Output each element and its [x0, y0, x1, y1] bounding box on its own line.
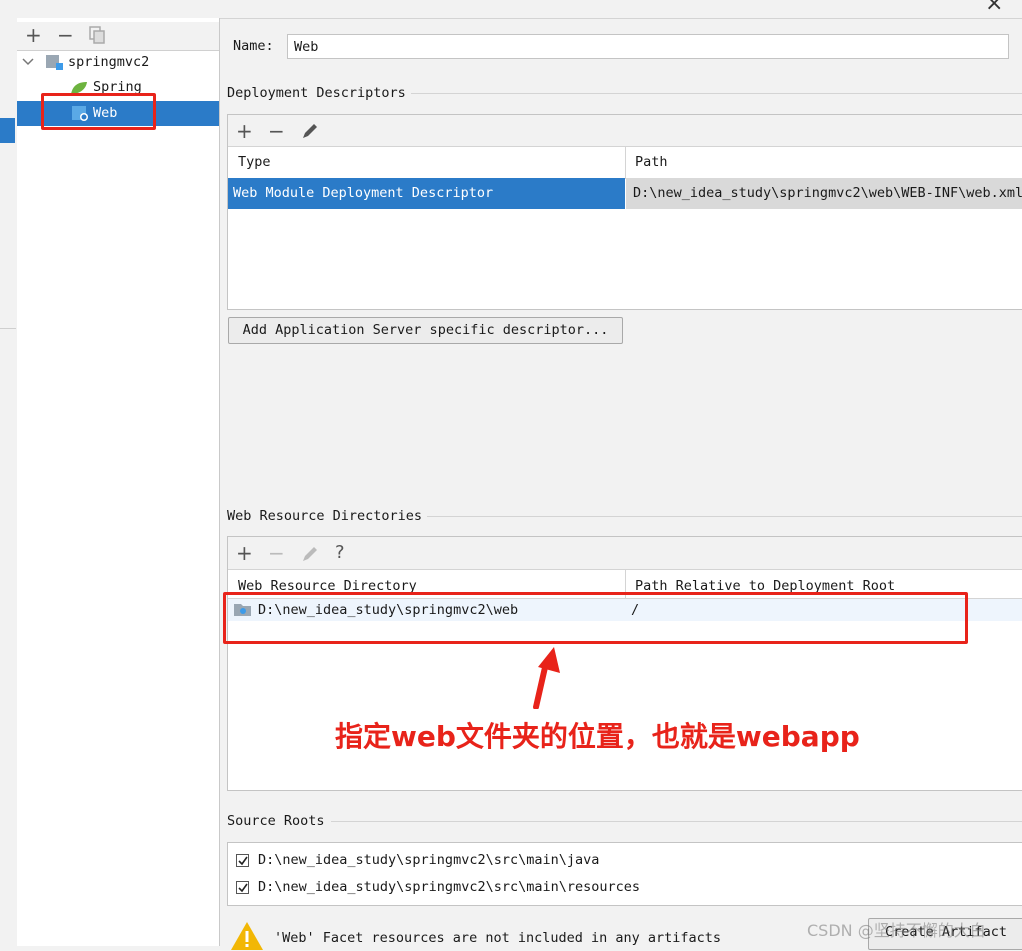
- section-separator: [411, 93, 1022, 94]
- source-root-path: D:\new_idea_study\springmvc2\src\main\ja…: [258, 852, 600, 868]
- web-resource-directories-title: Web Resource Directories: [227, 508, 423, 524]
- descriptor-type: Web Module Deployment Descriptor: [233, 185, 494, 201]
- remove-facet-button[interactable]: −: [57, 25, 74, 45]
- add-directory-button[interactable]: +: [236, 543, 253, 563]
- source-root-item[interactable]: D:\new_idea_study\springmvc2\src\main\ja…: [236, 852, 1016, 870]
- edit-pencil-icon[interactable]: [301, 545, 319, 563]
- help-button[interactable]: ?: [335, 543, 345, 563]
- name-input-value: Web: [294, 39, 319, 55]
- gutter-divider: [0, 328, 16, 329]
- section-separator: [331, 821, 1022, 822]
- dd-table-header: Type Path: [228, 147, 1022, 179]
- highlight-box-web: [41, 93, 156, 130]
- annotation-text: 指定web文件夹的位置，也就是webapp: [335, 720, 860, 753]
- tree-root-label: springmvc2: [68, 54, 150, 70]
- remove-descriptor-button[interactable]: −: [268, 121, 285, 141]
- add-descriptor-button[interactable]: +: [236, 121, 253, 141]
- add-facet-button[interactable]: +: [25, 25, 42, 45]
- deployment-descriptors-panel: + − Type Path Web Module Deployment Desc…: [227, 114, 1022, 310]
- gutter-selection-marker: [0, 118, 15, 143]
- module-icon: [46, 55, 64, 71]
- add-server-descriptor-button[interactable]: Add Application Server specific descript…: [228, 317, 623, 344]
- column-divider: [625, 147, 626, 178]
- deployment-descriptors-title: Deployment Descriptors: [227, 85, 406, 101]
- warning-text: 'Web' Facet resources are not included i…: [274, 930, 722, 946]
- column-path: Path: [635, 154, 668, 170]
- tree-toolbar: + −: [17, 22, 219, 51]
- name-input[interactable]: Web: [287, 34, 1009, 59]
- remove-directory-button[interactable]: −: [268, 543, 285, 563]
- watermark: CSDN @坚持不懈的大白: [807, 921, 986, 940]
- highlight-box-web-directory: [223, 592, 968, 644]
- column-type: Type: [238, 154, 271, 170]
- source-root-item[interactable]: D:\new_idea_study\springmvc2\src\main\re…: [236, 879, 1016, 897]
- close-icon[interactable]: ×: [985, 0, 1003, 16]
- dd-toolbar: + −: [228, 115, 1022, 147]
- wrd-toolbar: + − ?: [228, 537, 1022, 570]
- descriptor-path: D:\new_idea_study\springmvc2\web\WEB-INF…: [633, 185, 1022, 201]
- edit-pencil-icon[interactable]: [301, 122, 319, 140]
- top-strip: [17, 0, 1022, 19]
- facet-tree-panel: [17, 18, 220, 946]
- annotation-arrow-icon: [530, 645, 566, 709]
- source-root-checkbox[interactable]: [236, 881, 249, 894]
- name-label: Name:: [233, 38, 274, 54]
- source-root-path: D:\new_idea_study\springmvc2\src\main\re…: [258, 879, 641, 895]
- copy-icon[interactable]: [89, 26, 105, 44]
- table-row[interactable]: Web Module Deployment Descriptor D:\new_…: [228, 178, 1022, 209]
- source-roots-title: Source Roots: [227, 813, 325, 829]
- source-root-checkbox[interactable]: [236, 854, 249, 867]
- chevron-down-icon[interactable]: [22, 57, 34, 67]
- section-separator: [427, 516, 1022, 517]
- warning-icon: [230, 921, 264, 951]
- source-roots-panel: D:\new_idea_study\springmvc2\src\main\ja…: [227, 842, 1022, 906]
